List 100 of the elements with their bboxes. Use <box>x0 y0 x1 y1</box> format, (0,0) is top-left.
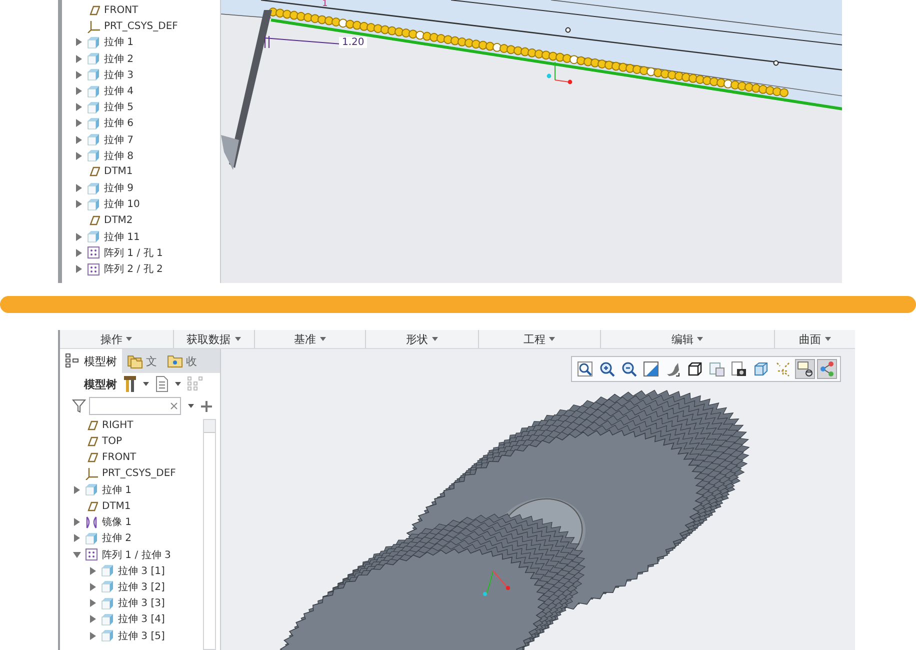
tree-item[interactable]: 拉伸 3 [4] <box>60 611 203 628</box>
tree-item[interactable]: PRT_CSYS_DEF <box>60 466 203 482</box>
cube-icon <box>87 84 100 98</box>
panel-tab[interactable]: 文 <box>122 349 162 373</box>
tree-item[interactable]: 拉伸 3 [2] <box>60 578 203 596</box>
cube-icon <box>87 68 100 82</box>
tree-item[interactable]: PRT_CSYS_DEF <box>62 18 220 34</box>
view-manager-icon <box>709 361 725 377</box>
wireframe-cube-icon <box>753 361 769 377</box>
tree-item[interactable]: 拉伸 9 <box>62 180 220 196</box>
tree-item-label: 拉伸 7 <box>104 134 134 147</box>
tree-item[interactable]: FRONT <box>60 449 203 466</box>
tree-item[interactable]: DTM2 <box>62 212 220 229</box>
annotation-button[interactable] <box>795 359 815 379</box>
tree-item-label: 拉伸 2 <box>102 532 132 546</box>
tree-item[interactable]: 拉伸 1 <box>62 34 220 51</box>
camera-button[interactable] <box>729 359 749 379</box>
tree-item[interactable]: TOP <box>60 433 203 450</box>
refit-icon <box>577 361 593 377</box>
tree-item[interactable]: 拉伸 3 [5] <box>60 627 203 644</box>
scrollbar[interactable] <box>203 419 216 650</box>
datum-plane-icon <box>85 434 98 448</box>
tree-icon <box>65 353 81 369</box>
cube-icon <box>101 612 114 626</box>
caret-icon[interactable] <box>175 382 181 386</box>
tree-item[interactable]: 拉伸 10 <box>62 196 220 212</box>
tree-item-label: RIGHT <box>102 420 134 431</box>
cube-icon <box>101 629 114 642</box>
folder-star-icon <box>167 353 183 369</box>
tree-item[interactable]: DTM1 <box>60 498 203 514</box>
tree-item[interactable]: 拉伸 1 <box>60 482 203 498</box>
pattern-icon <box>87 246 100 260</box>
tree-item-label: PRT_CSYS_DEF <box>104 20 178 32</box>
caret-icon <box>234 337 241 341</box>
tree-item[interactable]: 拉伸 5 <box>62 99 220 116</box>
panel-tab[interactable]: 模型树 <box>60 349 122 373</box>
caret-icon <box>126 337 132 341</box>
ribbon-menu[interactable]: 工程 <box>478 330 601 348</box>
pattern-icon <box>85 548 98 562</box>
tree-item-label: 阵列 2 / 孔 2 <box>104 262 163 276</box>
caret-icon <box>825 337 832 341</box>
panel-tab[interactable]: 收 <box>162 349 202 373</box>
tree-item[interactable]: 拉伸 11 <box>62 228 220 245</box>
ribbon-menu[interactable]: 曲面 <box>775 330 855 348</box>
ribbon-menu[interactable]: 形状 <box>366 330 479 348</box>
cube-icon <box>687 361 703 377</box>
zoom-in-icon <box>599 361 615 377</box>
ribbon-menu[interactable]: 编辑 <box>600 330 776 348</box>
tree-item[interactable]: FRONT <box>62 2 220 18</box>
tree-item-label: 拉伸 11 <box>104 230 140 244</box>
tree-item-label: DTM2 <box>104 215 133 226</box>
tree-item[interactable]: RIGHT <box>60 417 203 434</box>
cube-icon <box>101 596 114 610</box>
annotation-icon <box>797 361 813 377</box>
tree-item[interactable]: 拉伸 3 <box>62 66 220 83</box>
ribbon-menu[interactable]: 操作 <box>60 330 174 348</box>
tree-item[interactable]: 阵列 2 / 孔 2 <box>62 261 220 278</box>
datum-plane-icon <box>85 418 98 432</box>
filter-icon[interactable] <box>72 399 86 413</box>
tree-item[interactable]: 阵列 1 / 拉伸 3 <box>60 546 203 563</box>
tree-item[interactable]: 拉伸 6 <box>62 115 220 132</box>
list-icon[interactable] <box>155 376 169 392</box>
caret-icon <box>697 337 704 341</box>
tree-item-label: 拉伸 3 [2] <box>118 580 165 594</box>
refit-button[interactable] <box>575 359 595 379</box>
tree-item-label: TOP <box>102 436 122 447</box>
expand-arrow-icon[interactable] <box>74 518 80 526</box>
tree-item-label: 拉伸 3 [4] <box>118 613 165 626</box>
tree-item[interactable]: 拉伸 2 <box>62 50 220 67</box>
tools-icon[interactable] <box>123 375 137 393</box>
tree-item-label: DTM1 <box>104 166 133 178</box>
tree-item[interactable]: 拉伸 2 <box>60 530 203 546</box>
search-field[interactable] <box>89 397 181 415</box>
ribbon-menu[interactable]: 基准 <box>254 330 366 348</box>
repaint-button[interactable] <box>641 359 661 379</box>
datum-plane-icon <box>87 4 100 17</box>
tree-item-label: PRT_CSYS_DEF <box>102 468 176 480</box>
panel-title: 模型树 <box>84 376 117 392</box>
caret-icon[interactable] <box>188 404 194 408</box>
tree-item[interactable]: 拉伸 7 <box>62 132 220 148</box>
folders-icon <box>127 353 143 369</box>
tree-item[interactable]: 阵列 1 / 孔 1 <box>62 244 220 261</box>
tree-item[interactable]: 镜像 1 <box>60 514 203 530</box>
tree-item[interactable]: 拉伸 3 [3] <box>60 595 203 612</box>
tree-item-label: 拉伸 8 <box>104 150 134 163</box>
cube-icon <box>87 36 100 49</box>
tree-item-label: 拉伸 3 [1] <box>118 564 165 578</box>
tree-item[interactable]: 拉伸 4 <box>62 82 220 100</box>
caret-icon[interactable] <box>143 382 149 386</box>
shading-icon <box>665 361 681 377</box>
tree-item-label: 拉伸 10 <box>104 198 140 212</box>
datum-plane-icon <box>85 450 98 464</box>
tree-item-label: 拉伸 1 <box>104 36 134 50</box>
add-icon[interactable] <box>201 400 212 412</box>
tree-item[interactable]: 拉伸 8 <box>62 148 220 164</box>
tree-item[interactable]: 拉伸 3 [1] <box>60 562 203 579</box>
axis-triad-icon <box>546 62 572 84</box>
clear-icon[interactable] <box>170 402 178 410</box>
tree-item[interactable]: DTM1 <box>62 164 220 180</box>
ribbon-menu[interactable]: 获取数据 <box>174 330 255 348</box>
